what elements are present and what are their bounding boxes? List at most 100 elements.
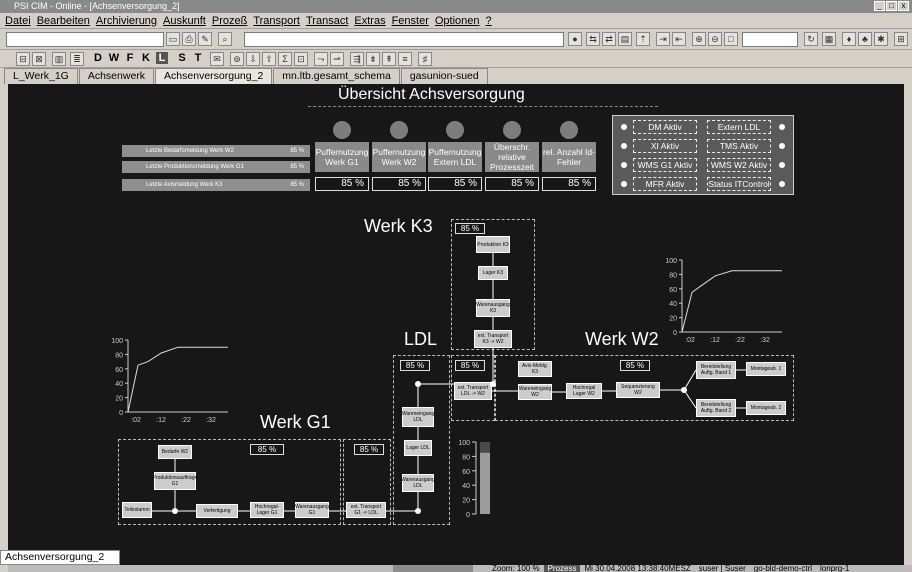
object-select[interactable] (6, 32, 164, 47)
edit-icon[interactable]: ✎ (198, 32, 212, 46)
tool-icon-23[interactable]: ♯ (418, 52, 432, 66)
tool-icon-22[interactable]: ≡ (398, 52, 412, 66)
tool-icon-12[interactable]: ⊚ (230, 52, 244, 66)
junction-ldl-bottom (415, 508, 421, 514)
tab-gasunion-sued[interactable]: gasunion-sued (400, 68, 488, 84)
maximize-button[interactable]: □ (886, 1, 897, 11)
process-canvas: Übersicht Achsversorgung Letzte Bedarfsm… (8, 84, 904, 565)
tool-icon-8[interactable]: ♦ (842, 32, 856, 46)
menu-transact[interactable]: Transact (303, 15, 351, 27)
tab-achsenwerk[interactable]: Achsenwerk (78, 68, 155, 84)
window-titlebar: PSI CIM - Online - [Achsenversorgung_2] … (0, 0, 912, 13)
connector-g1 (152, 459, 346, 512)
filter-f-button[interactable]: F (124, 52, 136, 64)
tool-icon-13[interactable]: ⇩ (246, 52, 260, 66)
connector-w2 (418, 369, 746, 409)
tool-icon-16[interactable]: ⊡ (294, 52, 308, 66)
menu-help[interactable]: ? (483, 15, 495, 27)
refresh-icon[interactable]: ↻ (804, 32, 818, 46)
filter-l-button[interactable]: L (156, 52, 168, 64)
menu-transport[interactable]: Transport (250, 15, 303, 27)
minimize-button[interactable]: _ (874, 1, 885, 11)
menu-prozess[interactable]: Prozeß (209, 15, 250, 27)
print-icon[interactable]: ⎙ (182, 32, 196, 46)
status-user: suser | Suser (698, 565, 746, 572)
bottom-tab[interactable]: Achsenversorgung_2 (0, 550, 120, 565)
tool-icon-10[interactable]: ✱ (874, 32, 888, 46)
tool-icon-2[interactable]: ⇄ (602, 32, 616, 46)
menu-optionen[interactable]: Optionen (432, 15, 483, 27)
tool-icon-15[interactable]: Σ (278, 52, 292, 66)
tool-icon-17[interactable]: ⤳ (314, 52, 328, 66)
menu-fenster[interactable]: Fenster (389, 15, 432, 27)
x-tick-label: :12 (710, 337, 720, 344)
tool-icon-18[interactable]: ⇀ (330, 52, 344, 66)
y-tick-label: 40 (462, 483, 470, 490)
filter-s-button[interactable]: S (176, 52, 188, 64)
tool-icon-1[interactable]: ⇆ (586, 32, 600, 46)
y-tick-label: 40 (669, 301, 677, 308)
window-title: PSI CIM - Online - [Achsenversorgung_2] (14, 1, 180, 11)
menu-bearbeiten[interactable]: Bearbeiten (34, 15, 93, 27)
status-host: go-bld-demo-ctrl (753, 565, 813, 572)
menu-archivierung[interactable]: Archivierung (93, 15, 160, 27)
open-icon[interactable]: ▭ (166, 32, 180, 46)
chart-w2-trend: 100 80 60 40 20 0:02:12:22:32 (665, 258, 782, 344)
tool-icon-9[interactable]: ♣ (858, 32, 872, 46)
menu-bar: Datei Bearbeiten Archivierung Auskunft P… (0, 13, 912, 29)
tool-icon-19[interactable]: ⇶ (350, 52, 364, 66)
tool-icon-14[interactable]: ⇧ (262, 52, 276, 66)
zoom-in-icon[interactable]: ⊕ (692, 32, 706, 46)
junction-g1 (172, 508, 178, 514)
layout-icon-3[interactable]: ▥ (52, 52, 66, 66)
toolbar-secondary: ⊟ ⊠ ▥ ≣ D W F K L S T ✉ ⊚ ⇩ ⇧ Σ ⊡ ⤳ ⇀ ⇶ … (0, 51, 912, 68)
tool-icon-3[interactable]: ▤ (618, 32, 632, 46)
close-button[interactable]: x (898, 1, 909, 11)
y-tick-label: 20 (669, 316, 677, 323)
record-icon[interactable]: ● (568, 32, 582, 46)
tab-mn-ltb-gesamt-schema[interactable]: mn.ltb.gesamt_schema (273, 68, 400, 84)
menu-datei[interactable]: Datei (2, 15, 34, 27)
chart-level-bar: 100 80 60 40 20 0 (458, 440, 490, 519)
x-tick-label: :12 (156, 417, 166, 424)
filter-t-button[interactable]: T (192, 52, 204, 64)
message-icon[interactable]: ✉ (210, 52, 224, 66)
bar-fill (480, 452, 490, 514)
x-tick-label: :22 (181, 417, 191, 424)
layout-icon-2[interactable]: ⊠ (32, 52, 46, 66)
y-tick-label: 60 (115, 367, 123, 374)
tab-l-werk-1g[interactable]: L_Werk_1G (4, 68, 78, 84)
y-tick-label: 40 (115, 381, 123, 388)
tool-icon-5[interactable]: ⇥ (656, 32, 670, 46)
tool-icon-7[interactable]: ▦ (822, 32, 836, 46)
filter-d-button[interactable]: D (92, 52, 104, 64)
status-zoom: Zoom: 100 % (492, 565, 540, 572)
tool-icon-21[interactable]: ⇞ (382, 52, 396, 66)
tool-icon-6[interactable]: ⇤ (672, 32, 686, 46)
y-tick-label: 80 (462, 454, 470, 461)
tab-achsenversorgung-2[interactable]: Achsenversorgung_2 (155, 68, 273, 84)
find-icon[interactable]: ⌕ (218, 32, 232, 46)
junction-k3 (490, 381, 496, 387)
tool-icon-11[interactable]: ⊞ (894, 32, 908, 46)
layout-icon-1[interactable]: ⊟ (16, 52, 30, 66)
filter-k-button[interactable]: K (140, 52, 152, 64)
zoom-out-icon[interactable]: ⊖ (708, 32, 722, 46)
y-tick-label: 20 (462, 498, 470, 505)
status-datetime: Mi 30.04.2008 13:38:40MESZ (584, 565, 691, 572)
status-bar: Zoom: 100 % Prozess Mi 30.04.2008 13:38:… (488, 565, 912, 572)
scroll-thumb[interactable] (393, 565, 473, 572)
layout-icon-4[interactable]: ≣ (70, 52, 84, 66)
zoom-select[interactable] (742, 32, 798, 47)
command-input[interactable] (244, 32, 564, 47)
menu-extras[interactable]: Extras (351, 15, 388, 27)
tool-icon-20[interactable]: ⇟ (366, 52, 380, 66)
filter-w-button[interactable]: W (108, 52, 120, 64)
zoom-fit-icon[interactable]: □ (724, 32, 738, 46)
y-tick-label: 20 (115, 396, 123, 403)
series-line (127, 346, 228, 413)
menu-auskunft[interactable]: Auskunft (160, 15, 209, 27)
junction-ldl-top (415, 381, 421, 387)
tool-icon-4[interactable]: ⇡ (636, 32, 650, 46)
status-page: lonprg-1 (820, 565, 850, 572)
